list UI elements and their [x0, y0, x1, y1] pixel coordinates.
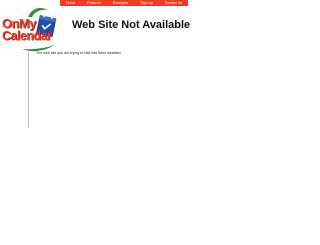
site-logo[interactable]: OnMy Calendar — [2, 5, 58, 52]
top-navigation-bar: Home Features Examples Sign Up Contact U… — [60, 0, 188, 6]
nav-contact-us-link[interactable]: Contact Us — [165, 0, 182, 6]
content-divider — [28, 50, 29, 128]
page-title: Web Site Not Available — [72, 19, 191, 31]
nav-features-link[interactable]: Features — [87, 0, 101, 6]
nav-examples-link[interactable]: Examples — [113, 0, 128, 6]
disabled-message: The web site you are trying to visit has… — [36, 51, 122, 55]
logo-text-line2: Calendar — [2, 29, 52, 43]
nav-home-link[interactable]: Home — [66, 0, 75, 6]
nav-sign-up-link[interactable]: Sign Up — [140, 0, 152, 6]
